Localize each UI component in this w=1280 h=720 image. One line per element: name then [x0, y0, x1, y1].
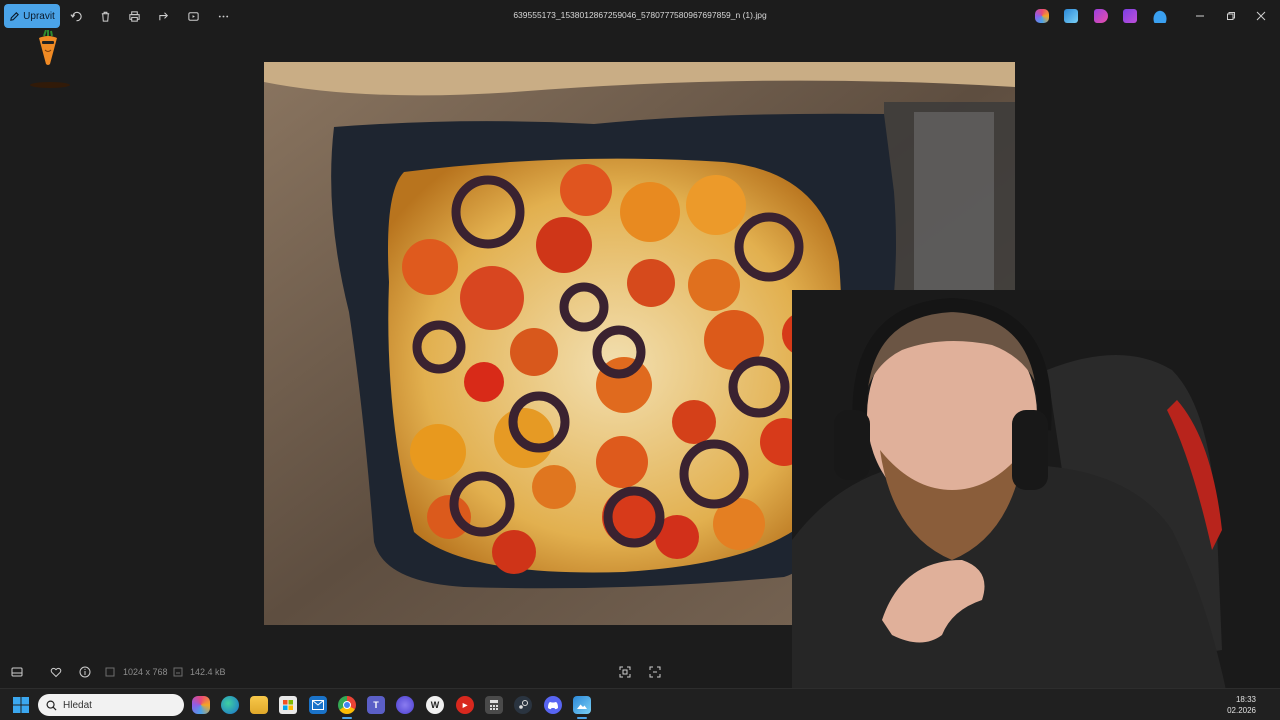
file-size: 142.4 kB: [190, 667, 226, 677]
copilot-icon[interactable]: [192, 696, 210, 714]
app-icon[interactable]: [396, 696, 414, 714]
file-explorer-icon[interactable]: [250, 696, 268, 714]
close-icon[interactable]: [1253, 8, 1269, 24]
start-icon[interactable]: [12, 696, 30, 714]
webcam-overlay: [792, 290, 1280, 720]
edit-button-label: Upravit: [23, 10, 55, 22]
steam-icon[interactable]: [514, 696, 532, 714]
edge-icon[interactable]: [221, 696, 239, 714]
share-icon[interactable]: [156, 8, 172, 24]
taskbar: Hledat T W ▶ 18:33 02.2026: [0, 688, 1280, 720]
dimensions-icon: [104, 665, 116, 679]
more-icon[interactable]: [215, 8, 231, 24]
carrot-mascot-icon: [39, 30, 57, 65]
active-app-indicator: [342, 717, 352, 719]
clock-time: 18:33: [1235, 695, 1256, 704]
file-name-title: 639555173_1538012867259046_5780777580967…: [513, 10, 767, 20]
media-icon[interactable]: ▶: [456, 696, 474, 714]
photos-icon[interactable]: [1064, 9, 1078, 23]
chrome-center: [343, 701, 351, 709]
favorite-icon[interactable]: [49, 665, 63, 679]
copilot-icon[interactable]: [1035, 9, 1049, 23]
active-app-indicator: [577, 717, 587, 719]
clipchamp-icon[interactable]: [1094, 9, 1108, 23]
chrome-icon[interactable]: [338, 696, 356, 714]
system-clock[interactable]: 18:33 02.2026: [1227, 694, 1256, 716]
restore-icon[interactable]: [1223, 8, 1239, 24]
edit-button[interactable]: Upravit: [4, 4, 60, 28]
taskbar-search-input[interactable]: Hledat: [38, 694, 184, 716]
slideshow-icon[interactable]: [185, 8, 201, 24]
rotate-icon[interactable]: [68, 8, 84, 24]
mail-icon[interactable]: [309, 696, 327, 714]
discord-icon[interactable]: [544, 696, 562, 714]
clock-date: 02.2026: [1227, 706, 1256, 715]
print-icon[interactable]: [126, 8, 142, 24]
zoom-fit-icon[interactable]: [618, 665, 632, 679]
teams-icon[interactable]: T: [367, 696, 385, 714]
search-icon: [46, 700, 57, 711]
minimize-icon[interactable]: [1192, 8, 1208, 24]
carrot-shadow: [30, 82, 70, 88]
onedrive-icon[interactable]: [1152, 9, 1168, 23]
wordpress-icon[interactable]: W: [426, 696, 444, 714]
store-icon[interactable]: [279, 696, 297, 714]
calculator-icon[interactable]: [485, 696, 503, 714]
file-size-icon: [172, 665, 184, 679]
actual-size-icon[interactable]: [648, 665, 662, 679]
edit-icon: [10, 11, 20, 21]
filmstrip-icon[interactable]: [10, 665, 24, 679]
image-dimensions: 1024 x 768: [123, 667, 168, 677]
delete-icon[interactable]: [97, 8, 113, 24]
title-bar: Upravit 639555173_1538012867259046_57807…: [0, 0, 1280, 32]
search-placeholder: Hledat: [63, 699, 92, 711]
photos-icon[interactable]: [573, 696, 591, 714]
designer-icon[interactable]: [1123, 9, 1137, 23]
info-icon[interactable]: [78, 665, 92, 679]
